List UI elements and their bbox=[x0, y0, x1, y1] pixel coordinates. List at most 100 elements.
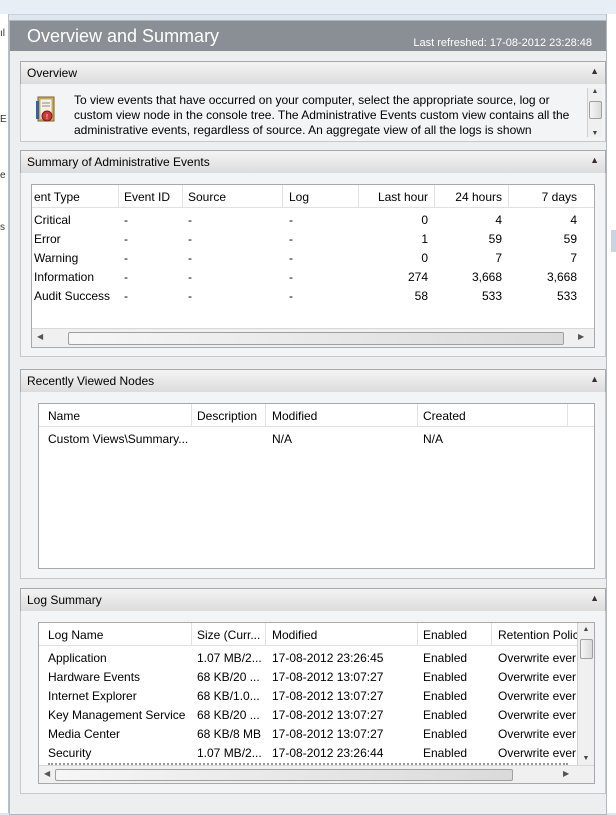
table-cell[interactable]: Key Management Service bbox=[48, 708, 188, 722]
column-divider[interactable] bbox=[358, 185, 359, 207]
scroll-down-icon[interactable]: ▼ bbox=[578, 755, 594, 762]
table-cell[interactable]: - bbox=[124, 232, 128, 246]
table-cell[interactable]: 17-08-2012 23:26:45 bbox=[272, 651, 383, 665]
admin-hscrollbar[interactable]: ◀ ▶ bbox=[32, 328, 594, 347]
column-header[interactable]: Modified bbox=[272, 628, 317, 642]
table-cell[interactable]: Enabled bbox=[423, 727, 467, 741]
overview-section-header[interactable]: Overview ▲ bbox=[20, 61, 606, 85]
column-divider[interactable] bbox=[265, 404, 266, 426]
log-summary-section-header[interactable]: Log Summary ▲ bbox=[20, 588, 606, 612]
table-cell[interactable]: Enabled bbox=[423, 746, 467, 760]
table-cell[interactable]: - bbox=[289, 289, 293, 303]
column-header[interactable]: Enabled bbox=[423, 628, 467, 642]
overview-scrollbar[interactable]: ▲ ▼ bbox=[587, 88, 602, 137]
column-header[interactable]: Created bbox=[423, 409, 466, 423]
table-cell[interactable]: 3,668 bbox=[512, 270, 577, 284]
table-cell[interactable]: Audit Success bbox=[34, 289, 110, 303]
column-divider[interactable] bbox=[491, 623, 492, 645]
table-cell[interactable]: N/A bbox=[272, 432, 292, 446]
column-header[interactable]: Name bbox=[48, 409, 80, 423]
column-divider[interactable] bbox=[265, 623, 266, 645]
table-cell[interactable]: 533 bbox=[512, 289, 577, 303]
table-cell[interactable]: 1 bbox=[362, 232, 428, 246]
scroll-left-icon[interactable]: ◀ bbox=[44, 769, 50, 778]
table-cell[interactable]: Overwrite ever bbox=[498, 746, 576, 760]
scroll-up-icon[interactable]: ▲ bbox=[588, 88, 602, 95]
table-cell[interactable]: - bbox=[188, 213, 192, 227]
table-cell[interactable]: - bbox=[188, 232, 192, 246]
scroll-thumb[interactable] bbox=[580, 639, 593, 659]
table-cell[interactable]: - bbox=[124, 270, 128, 284]
scroll-up-icon[interactable]: ▲ bbox=[578, 626, 594, 633]
column-divider[interactable] bbox=[417, 623, 418, 645]
column-header[interactable]: 7 days bbox=[512, 190, 577, 204]
table-cell[interactable]: Internet Explorer bbox=[48, 689, 188, 703]
column-header[interactable]: 24 hours bbox=[438, 190, 502, 204]
table-cell[interactable]: - bbox=[289, 232, 293, 246]
column-header[interactable]: Last hour bbox=[362, 190, 428, 204]
table-cell[interactable]: 0 bbox=[362, 213, 428, 227]
recent-nodes-table[interactable]: Name Description Modified Created Custom… bbox=[38, 403, 595, 569]
table-cell[interactable]: 533 bbox=[438, 289, 502, 303]
table-cell[interactable]: - bbox=[289, 251, 293, 265]
table-cell[interactable]: - bbox=[289, 270, 293, 284]
collapse-icon[interactable]: ▲ bbox=[590, 155, 599, 165]
table-cell[interactable]: 7 bbox=[512, 251, 577, 265]
table-cell[interactable]: Error bbox=[34, 232, 61, 246]
table-cell[interactable]: Overwrite ever bbox=[498, 651, 576, 665]
log-vscrollbar[interactable]: ▲ ▼ bbox=[577, 623, 594, 765]
column-header[interactable]: Log Name bbox=[48, 628, 103, 642]
table-cell[interactable]: Overwrite ever bbox=[498, 670, 576, 684]
column-divider[interactable] bbox=[182, 185, 183, 207]
recent-nodes-section-header[interactable]: Recently Viewed Nodes ▲ bbox=[20, 369, 606, 393]
table-cell[interactable]: 68 KB/8 MB bbox=[197, 727, 263, 741]
column-divider[interactable] bbox=[191, 623, 192, 645]
table-cell[interactable]: 7 bbox=[438, 251, 502, 265]
column-header[interactable]: Description bbox=[197, 409, 257, 423]
table-cell[interactable]: - bbox=[124, 251, 128, 265]
table-cell[interactable]: Application bbox=[48, 651, 188, 665]
table-cell[interactable]: 4 bbox=[512, 213, 577, 227]
column-header[interactable]: Size (Curr... bbox=[197, 628, 260, 642]
scroll-down-icon[interactable]: ▼ bbox=[588, 130, 602, 137]
column-divider[interactable] bbox=[191, 404, 192, 426]
table-cell[interactable]: - bbox=[124, 213, 128, 227]
collapse-icon[interactable]: ▲ bbox=[590, 593, 599, 603]
log-hscrollbar[interactable]: ◀ ▶ bbox=[39, 765, 594, 783]
table-cell[interactable]: Security bbox=[48, 746, 188, 760]
column-header[interactable]: Event ID bbox=[124, 190, 170, 204]
table-cell[interactable]: 17-08-2012 13:07:27 bbox=[272, 670, 383, 684]
table-cell[interactable]: 68 KB/20 ... bbox=[197, 708, 263, 722]
column-divider[interactable] bbox=[434, 185, 435, 207]
scroll-left-icon[interactable]: ◀ bbox=[37, 332, 43, 341]
scroll-thumb[interactable] bbox=[68, 332, 564, 345]
scroll-right-icon[interactable]: ▶ bbox=[578, 332, 584, 341]
table-cell[interactable]: Enabled bbox=[423, 689, 467, 703]
table-cell[interactable]: 0 bbox=[362, 251, 428, 265]
column-header[interactable]: Modified bbox=[272, 409, 317, 423]
admin-events-section-header[interactable]: Summary of Administrative Events ▲ bbox=[20, 150, 606, 174]
table-cell[interactable]: Information bbox=[34, 270, 94, 284]
table-cell[interactable]: 17-08-2012 13:07:27 bbox=[272, 727, 383, 741]
table-cell[interactable]: - bbox=[188, 289, 192, 303]
log-summary-table[interactable]: Log Name Size (Curr... Modified Enabled … bbox=[38, 622, 595, 784]
column-divider[interactable] bbox=[417, 404, 418, 426]
table-cell[interactable]: 4 bbox=[438, 213, 502, 227]
table-cell[interactable]: Custom Views\Summary... bbox=[48, 432, 188, 446]
table-cell[interactable]: 1.07 MB/2... bbox=[197, 651, 263, 665]
table-cell[interactable]: 17-08-2012 23:26:44 bbox=[272, 746, 383, 760]
admin-events-table[interactable]: ent Type Event ID Source Log Last hour 2… bbox=[31, 184, 595, 348]
table-cell[interactable]: Hardware Events bbox=[48, 670, 188, 684]
scroll-thumb[interactable] bbox=[55, 769, 513, 781]
collapse-icon[interactable]: ▲ bbox=[590, 374, 599, 384]
table-cell[interactable]: Enabled bbox=[423, 670, 467, 684]
collapse-icon[interactable]: ▲ bbox=[590, 66, 599, 76]
column-divider[interactable] bbox=[118, 185, 119, 207]
table-cell[interactable]: Enabled bbox=[423, 708, 467, 722]
table-cell[interactable]: N/A bbox=[423, 432, 443, 446]
table-cell[interactable]: Enabled bbox=[423, 651, 467, 665]
column-divider[interactable] bbox=[508, 185, 509, 207]
table-cell[interactable]: - bbox=[188, 270, 192, 284]
table-cell[interactable]: Overwrite ever bbox=[498, 727, 576, 741]
table-cell[interactable]: 68 KB/20 ... bbox=[197, 670, 263, 684]
